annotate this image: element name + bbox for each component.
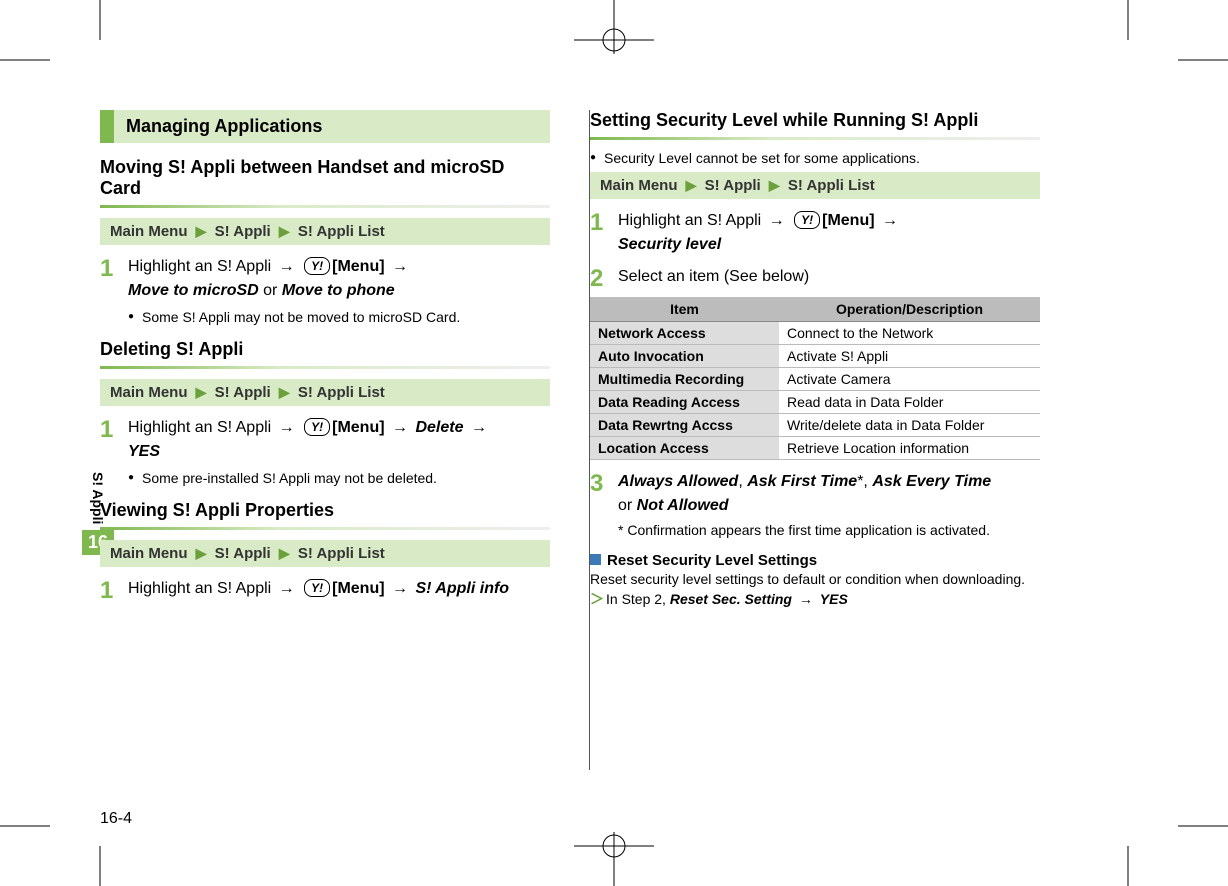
arrow-icon: → [392,258,408,275]
sub-heading-security: Setting Security Level while Running S! … [590,110,1040,131]
step-text: Always Allowed, Ask First Time*, Ask Eve… [618,470,1040,518]
bc-item: S! Appli [705,177,761,194]
step-number: 3 [590,470,618,518]
bc-arrow-icon: ▶ [279,384,290,400]
bc-item: S! Appli List [298,545,385,562]
bc-item: S! Appli [215,384,271,401]
step-text: Highlight an S! Appli → Y![Menu] → S! Ap… [128,577,550,603]
banner-accent [100,110,114,143]
table-row: Location AccessRetrieve Location informa… [590,437,1040,460]
table-row: Data Reading AccessRead data in Data Fol… [590,391,1040,414]
step-number: 2 [590,265,618,291]
y-key-icon: Y! [304,418,330,436]
step: 3 Always Allowed, Ask First Time*, Ask E… [590,470,1040,518]
step-number: 1 [100,416,128,464]
reset-text: Reset security level settings to default… [590,571,1040,587]
section-banner: Managing Applications [100,110,550,143]
bc-item: S! Appli List [298,384,385,401]
step: 2 Select an item (See below) [590,265,1040,291]
note: Some S! Appli may not be moved to microS… [128,309,550,325]
bc-arrow-icon: ▶ [196,545,207,561]
arrow-icon: → [769,212,785,229]
breadcrumb: Main Menu ▶ S! Appli ▶ S! Appli List [590,172,1040,199]
arrow-icon: → [882,212,898,229]
gradient-line [590,137,1040,140]
left-column: Managing Applications Moving S! Appli be… [100,60,550,611]
arrow-icon: → [799,591,813,607]
note: Security Level cannot be set for some ap… [590,150,1040,166]
bc-item: S! Appli [215,545,271,562]
step-number: 1 [590,209,618,257]
arrow-icon: → [471,419,487,436]
bc-arrow-icon: ▶ [686,177,697,193]
sub-heading-deleting: Deleting S! Appli [100,339,550,360]
bc-arrow-icon: ▶ [196,223,207,239]
page-number: 16-4 [100,810,132,828]
bc-item: Main Menu [600,177,678,194]
bc-arrow-icon: ▶ [196,384,207,400]
arrow-icon: → [279,419,295,436]
step-number: 1 [100,577,128,603]
y-key-icon: Y! [794,211,820,229]
bc-item: Main Menu [110,384,188,401]
table-row: Auto InvocationActivate S! Appli [590,345,1040,368]
table-header-item: Item [590,297,779,322]
arrow-icon: → [392,580,408,597]
step-text: Highlight an S! Appli → Y![Menu] → Secur… [618,209,1040,257]
arrow-icon: → [279,258,295,275]
reset-heading: Reset Security Level Settings [590,552,1040,569]
gradient-line [100,366,550,369]
bc-item: Main Menu [110,223,188,240]
step: 1 Highlight an S! Appli → Y![Menu] → S! … [100,577,550,603]
step-text: Highlight an S! Appli → Y![Menu] → Move … [128,255,550,303]
banner-title: Managing Applications [114,110,550,143]
step-number: 1 [100,255,128,303]
step-text: Select an item (See below) [618,265,1040,291]
gradient-line [100,527,550,530]
bc-item: S! Appli List [298,223,385,240]
bc-item: S! Appli List [788,177,875,194]
gt-icon: ＞ [590,591,604,607]
bc-item: Main Menu [110,545,188,562]
bc-item: S! Appli [215,223,271,240]
table-header-desc: Operation/Description [779,297,1040,322]
bc-arrow-icon: ▶ [279,223,290,239]
right-column: Setting Security Level while Running S! … [590,60,1040,611]
table-row: Data Rewrtng AccssWrite/delete data in D… [590,414,1040,437]
arrow-icon: → [279,580,295,597]
security-items-table: Item Operation/Description Network Acces… [590,297,1040,460]
y-key-icon: Y! [304,579,330,597]
y-key-icon: Y! [304,257,330,275]
column-divider [589,110,590,770]
reset-instruction: ＞In Step 2, Reset Sec. Setting → YES [590,589,1040,609]
arrow-icon: → [392,419,408,436]
breadcrumb: Main Menu ▶ S! Appli ▶ S! Appli List [100,379,550,406]
note: Some pre-installed S! Appli may not be d… [128,470,550,486]
table-row: Network AccessConnect to the Network [590,322,1040,345]
step: 1 Highlight an S! Appli → Y![Menu] → Mov… [100,255,550,303]
page-content: Managing Applications Moving S! Appli be… [100,60,1130,840]
bc-arrow-icon: ▶ [769,177,780,193]
step-text: Highlight an S! Appli → Y![Menu] → Delet… [128,416,550,464]
bc-arrow-icon: ▶ [279,545,290,561]
sub-heading-moving: Moving S! Appli between Handset and micr… [100,157,550,199]
sub-heading-viewing: Viewing S! Appli Properties [100,500,550,521]
breadcrumb: Main Menu ▶ S! Appli ▶ S! Appli List [100,540,550,567]
footnote: * Confirmation appears the first time ap… [618,522,1040,538]
gradient-line [100,205,550,208]
step: 1 Highlight an S! Appli → Y![Menu] → Sec… [590,209,1040,257]
breadcrumb: Main Menu ▶ S! Appli ▶ S! Appli List [100,218,550,245]
table-row: Multimedia RecordingActivate Camera [590,368,1040,391]
step: 1 Highlight an S! Appli → Y![Menu] → Del… [100,416,550,464]
